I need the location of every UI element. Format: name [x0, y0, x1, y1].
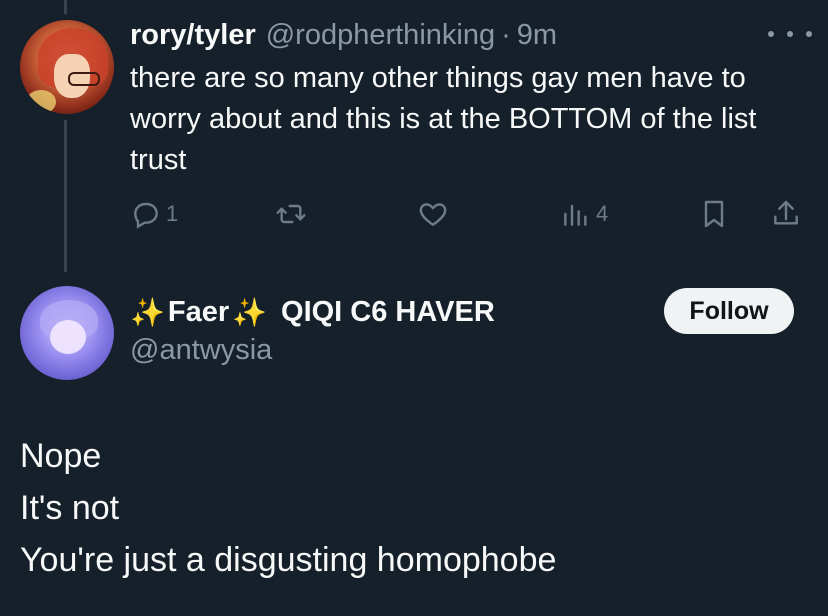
tweet-text: there are so many other things gay men h…	[130, 62, 757, 176]
retweet-icon	[274, 198, 308, 230]
share-button[interactable]	[770, 196, 802, 232]
reply-text: Nope It's not You're just a disgusting h…	[20, 430, 810, 586]
share-icon	[770, 198, 802, 230]
views-button[interactable]: 4	[560, 196, 608, 232]
reply-line: It's not	[20, 489, 120, 527]
avatar[interactable]	[20, 20, 114, 114]
avatar-glow	[26, 90, 56, 114]
tweet-actions: 1 4	[130, 196, 810, 232]
views-icon	[560, 198, 592, 230]
thread-line	[64, 120, 67, 272]
sparkle-icon: ✨	[232, 296, 268, 328]
follow-button[interactable]: Follow	[664, 288, 794, 334]
reply-line: You're just a disgusting homophobe	[20, 541, 557, 579]
like-icon	[416, 198, 450, 230]
reply-line: Nope	[20, 437, 102, 475]
separator-dot: ·	[501, 18, 511, 51]
more-icon[interactable]	[768, 24, 812, 44]
retweet-button[interactable]	[274, 196, 308, 232]
avatar-glasses	[68, 72, 100, 86]
reply-icon	[130, 198, 162, 230]
reply-header[interactable]: ✨ Faer ✨ QIQI C6 HAVER	[130, 292, 495, 332]
bookmark-button[interactable]	[698, 196, 730, 232]
timestamp[interactable]: 9m	[517, 19, 557, 52]
user-handle[interactable]: @antwysia	[130, 334, 272, 367]
tweet-header: rory/tyler @rodpherthinking · 9m	[130, 16, 557, 54]
bookmark-icon	[698, 198, 730, 230]
reply-count: 1	[166, 201, 179, 226]
display-name-suffix: QIQI C6 HAVER	[281, 295, 495, 328]
thread-line-top	[64, 0, 67, 14]
display-name[interactable]: rory/tyler	[130, 19, 256, 52]
display-name: Faer	[167, 295, 230, 328]
user-handle[interactable]: @rodpherthinking	[266, 19, 495, 52]
avatar[interactable]	[20, 286, 114, 380]
reply-button[interactable]: 1	[130, 196, 178, 232]
sparkle-icon: ✨	[130, 296, 165, 328]
views-count: 4	[596, 201, 609, 226]
avatar-face	[50, 320, 86, 354]
like-button[interactable]	[416, 196, 450, 232]
